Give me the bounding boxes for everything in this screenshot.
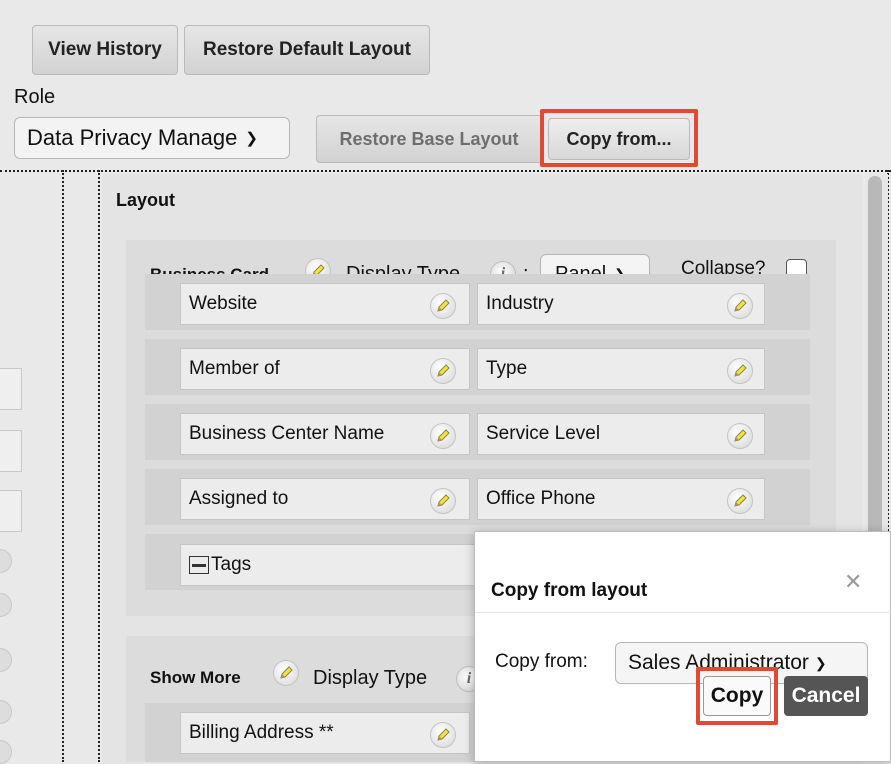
field-label: Member of — [189, 358, 280, 379]
pencil-icon[interactable] — [273, 660, 299, 686]
dialog-divider — [475, 612, 891, 613]
pencil-icon[interactable] — [727, 293, 753, 319]
role-select[interactable]: Data Privacy Manage ❯ — [14, 117, 290, 159]
field-member-of[interactable]: Member of — [180, 348, 470, 390]
copy-button-highlight — [696, 667, 778, 725]
pencil-icon[interactable] — [430, 358, 456, 384]
field-label: Billing Address ** — [189, 722, 334, 743]
layout-title: Layout — [116, 190, 176, 210]
dotted-divider — [0, 170, 891, 172]
dialog-title: Copy from layout — [491, 580, 648, 601]
restore-base-layout-button[interactable]: Restore Base Layout — [316, 115, 542, 163]
chevron-down-icon: ❯ — [245, 130, 258, 147]
pencil-icon — [0, 648, 12, 672]
dotted-divider — [98, 170, 100, 762]
field-label: Business Center Name — [189, 423, 385, 444]
pencil-icon — [0, 549, 12, 573]
field-industry[interactable]: Industry — [477, 283, 765, 325]
show-more-title: Show More — [150, 668, 241, 687]
cancel-button[interactable]: Cancel — [784, 676, 868, 716]
pencil-icon[interactable] — [430, 488, 456, 514]
pencil-icon[interactable] — [430, 423, 456, 449]
pencil-icon[interactable] — [727, 488, 753, 514]
chevron-down-icon: ❯ — [814, 654, 827, 671]
role-label: Role — [14, 86, 56, 108]
restore-default-layout-button[interactable]: Restore Default Layout — [184, 25, 430, 75]
field-label: Assigned to — [189, 488, 289, 509]
left-field-fragment — [0, 368, 22, 410]
field-label: Type — [486, 358, 528, 379]
field-billing-address[interactable]: Billing Address ** — [180, 712, 470, 754]
view-history-button[interactable]: View History — [32, 25, 178, 75]
field-label: Office Phone — [486, 488, 596, 509]
field-website[interactable]: Website — [180, 283, 470, 325]
display-type-label: Display Type — [313, 667, 428, 689]
field-label: Service Level — [486, 423, 601, 444]
pencil-icon — [0, 740, 12, 764]
pencil-icon[interactable] — [430, 293, 456, 319]
dotted-divider — [62, 170, 64, 762]
field-type[interactable]: Type — [477, 348, 765, 390]
copy-from-highlight — [540, 109, 698, 167]
field-service-level[interactable]: Service Level — [477, 413, 765, 455]
pencil-icon — [0, 700, 12, 724]
field-label: Website — [189, 293, 258, 314]
field-label: Industry — [486, 293, 554, 314]
field-assigned-to[interactable]: Assigned to — [180, 478, 470, 520]
pencil-icon[interactable] — [430, 722, 456, 748]
field-office-phone[interactable]: Office Phone — [477, 478, 765, 520]
pencil-icon[interactable] — [727, 358, 753, 384]
left-field-fragment — [0, 430, 22, 472]
pencil-icon[interactable] — [727, 423, 753, 449]
field-tags[interactable]: Tags — [180, 544, 480, 586]
collapse-minus-icon[interactable] — [189, 556, 209, 574]
field-business-center-name[interactable]: Business Center Name — [180, 413, 470, 455]
copy-from-label: Copy from: — [495, 651, 588, 672]
left-field-fragment — [0, 490, 22, 532]
role-select-value: Data Privacy Manage — [27, 125, 238, 150]
pencil-icon — [0, 593, 12, 617]
close-icon[interactable]: ✕ — [844, 569, 862, 595]
field-label: Tags — [211, 554, 252, 575]
